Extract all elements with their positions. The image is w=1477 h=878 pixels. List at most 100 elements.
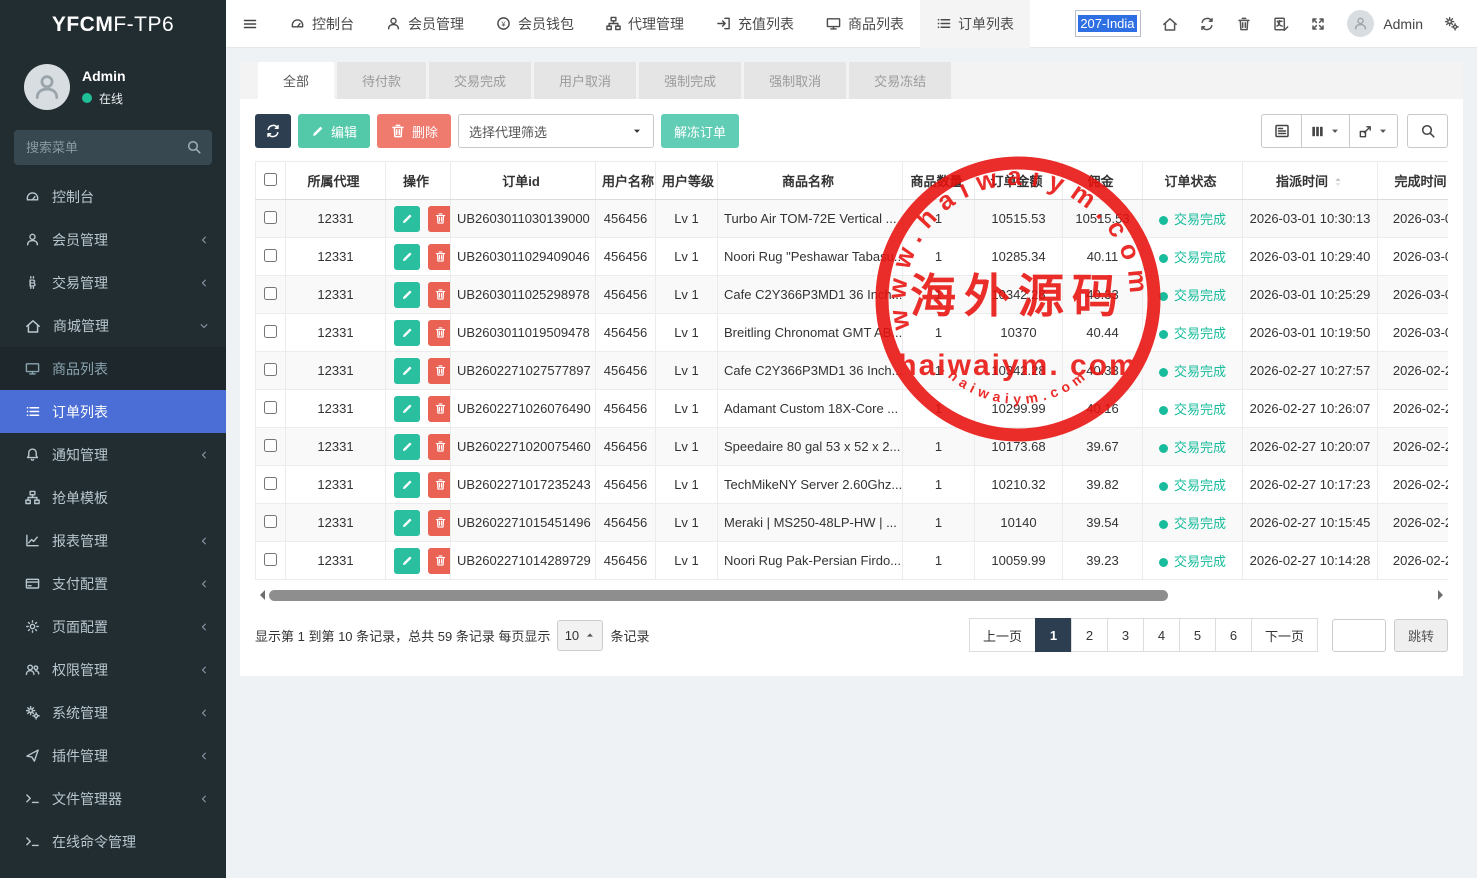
column-header[interactable]: 用户名称 [596,162,656,200]
row-checkbox[interactable] [264,401,277,414]
status-tab[interactable]: 用户取消 [534,62,636,99]
delete-button[interactable]: 删除 [377,114,451,148]
scrollbar-track[interactable] [268,590,1435,601]
row-checkbox[interactable] [264,249,277,262]
page-button[interactable]: 6 [1215,618,1252,652]
topnav-item[interactable]: 商品列表 [810,0,920,48]
row-delete-button[interactable] [428,244,451,270]
sidebar-menu-item[interactable]: 插件管理 [0,734,226,777]
status-tab[interactable]: 交易冻结 [849,62,951,99]
detail-view-button[interactable] [1261,114,1302,148]
row-edit-button[interactable] [394,282,420,308]
jump-button[interactable]: 跳转 [1394,619,1448,652]
select-all-checkbox[interactable] [264,173,277,186]
row-checkbox[interactable] [264,553,277,566]
column-header[interactable]: 商品名称 [718,162,903,200]
column-header[interactable]: 完成时间 [1378,162,1449,200]
row-checkbox[interactable] [264,211,277,224]
sidebar-menu-item[interactable]: 抢单模板 [0,476,226,519]
page-size-select[interactable]: 10 [557,620,603,651]
topnav-item[interactable]: 控制台 [274,0,370,48]
scrollbar-thumb[interactable] [269,590,1168,601]
edit-button[interactable]: 编辑 [298,114,370,148]
sort-icon[interactable] [1332,176,1344,188]
language-icon[interactable] [1273,16,1289,32]
row-delete-button[interactable] [428,358,451,384]
agent-filter-select[interactable]: 选择代理筛选 [458,114,654,148]
column-header[interactable]: 用户等级 [656,162,718,200]
home-icon[interactable] [1162,16,1178,32]
page-button[interactable]: 1 [1035,618,1072,652]
trash-icon[interactable] [1236,16,1252,32]
row-edit-button[interactable] [394,244,420,270]
topnav-item[interactable]: 代理管理 [590,0,700,48]
sidebar-menu-item[interactable]: B 交易管理 [0,261,226,304]
sidebar-menu-item[interactable]: 系统管理 [0,691,226,734]
status-tab[interactable]: 强制取消 [744,62,846,99]
workspace-input[interactable]: 207-India [1075,10,1141,37]
refresh-button[interactable] [255,114,291,148]
sidebar-menu-item[interactable]: 支付配置 [0,562,226,605]
page-button[interactable]: 3 [1107,618,1144,652]
sidebar-menu-item[interactable]: 通知管理 [0,433,226,476]
page-button[interactable]: 4 [1143,618,1180,652]
columns-button[interactable] [1302,114,1350,148]
row-delete-button[interactable] [428,510,451,536]
status-tab[interactable]: 待付款 [337,62,426,99]
scroll-left-arrow[interactable] [255,590,265,600]
page-button[interactable]: 上一页 [969,618,1036,652]
row-checkbox[interactable] [264,363,277,376]
export-button[interactable] [1350,114,1398,148]
column-header[interactable]: 商品数量 [903,162,975,200]
row-delete-button[interactable] [428,472,451,498]
row-edit-button[interactable] [394,206,420,232]
page-button[interactable]: 2 [1071,618,1108,652]
user-menu[interactable]: Admin [1347,10,1423,37]
column-header[interactable]: 所属代理 [286,162,386,200]
row-checkbox[interactable] [264,325,277,338]
row-delete-button[interactable] [428,434,451,460]
column-header[interactable]: 操作 [386,162,451,200]
topnav-item[interactable]: 充值列表 [700,0,810,48]
row-edit-button[interactable] [394,548,420,574]
menu-search-input[interactable] [14,130,212,165]
sidebar-toggle-icon[interactable] [226,0,274,48]
table-search-button[interactable] [1407,114,1448,148]
row-checkbox[interactable] [264,515,277,528]
column-header[interactable]: 订单金额 [975,162,1063,200]
horizontal-scrollbar[interactable] [255,588,1448,602]
column-header[interactable]: 指派时间 [1243,162,1378,200]
row-delete-button[interactable] [428,206,451,232]
row-edit-button[interactable] [394,320,420,346]
column-header[interactable]: 佣金 [1063,162,1143,200]
sidebar-menu-item[interactable]: 控制台 [0,175,226,218]
sidebar-menu-item[interactable]: 会员管理 [0,218,226,261]
page-button[interactable]: 5 [1179,618,1216,652]
brand-logo[interactable]: YFCMF-TP6 [0,0,226,50]
sidebar-menu-item[interactable]: 页面配置 [0,605,226,648]
row-edit-button[interactable] [394,472,420,498]
column-header[interactable]: 订单状态 [1143,162,1243,200]
row-delete-button[interactable] [428,548,451,574]
row-delete-button[interactable] [428,282,451,308]
sidebar-menu-item[interactable]: 商品列表 [0,347,226,390]
row-edit-button[interactable] [394,396,420,422]
row-delete-button[interactable] [428,396,451,422]
row-checkbox[interactable] [264,477,277,490]
sidebar-menu-item[interactable]: 商城管理 [0,304,226,347]
settings-gears-icon[interactable] [1444,16,1459,31]
row-edit-button[interactable] [394,434,420,460]
row-checkbox[interactable] [264,439,277,452]
sidebar-menu-item[interactable]: 订单列表 [0,390,226,433]
sidebar-menu-item[interactable]: 文件管理器 [0,777,226,820]
topnav-item[interactable]: 订单列表 [920,0,1030,48]
fullscreen-icon[interactable] [1310,16,1326,32]
status-tab[interactable]: 强制完成 [639,62,741,99]
row-edit-button[interactable] [394,510,420,536]
row-checkbox[interactable] [264,287,277,300]
row-edit-button[interactable] [394,358,420,384]
sidebar-menu-item[interactable]: 在线命令管理 [0,820,226,863]
sidebar-menu-item[interactable]: 权限管理 [0,648,226,691]
topnav-item[interactable]: 会员管理 [370,0,480,48]
jump-page-input[interactable] [1332,619,1386,652]
